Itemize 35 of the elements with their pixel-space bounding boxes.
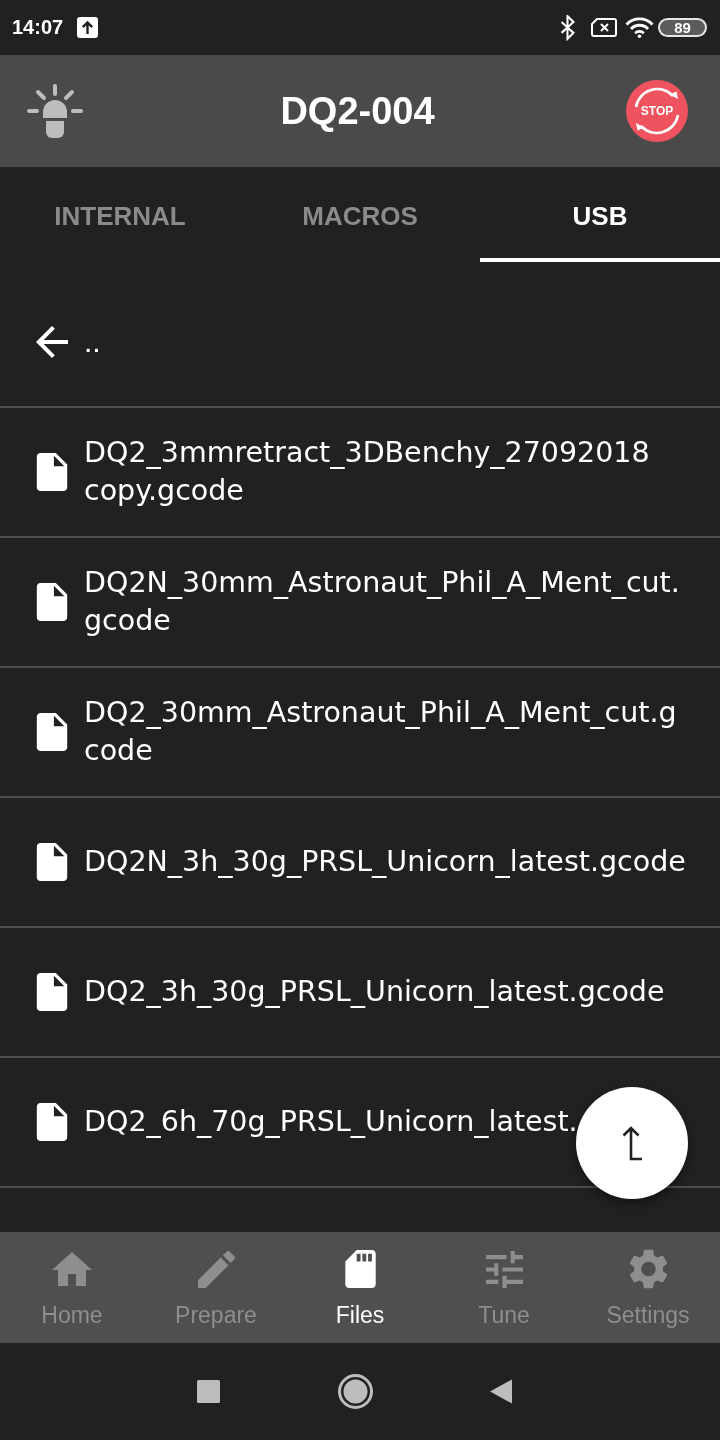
file-item[interactable]: DQ2_3mmretract_3DBenchy_27092018 copy.gcode — [0, 408, 720, 538]
device-title: DQ2-004 — [280, 89, 435, 133]
pencil-icon — [197, 1250, 235, 1288]
home-circle-icon[interactable] — [337, 1374, 373, 1409]
circular-arrows-icon — [632, 86, 682, 136]
storage-tab[interactable]: INTERNAL — [0, 167, 240, 262]
sliders-icon — [485, 1250, 523, 1288]
parent-folder-item[interactable]: .. — [0, 262, 720, 408]
recent-apps-icon[interactable] — [196, 1380, 220, 1403]
back-arrow-icon — [36, 326, 68, 358]
file-item[interactable]: DQ2N_30mm_Astronaut_Phil_A_Ment_cut.gcode — [0, 538, 720, 668]
file-icon — [36, 453, 68, 491]
file-item[interactable]: DQ2_3h_30g_PRSL_Unicorn_latest.gcode — [0, 928, 720, 1058]
light-bulb-icon[interactable] — [27, 84, 83, 138]
storage-tab[interactable]: MACROS — [240, 167, 480, 262]
back-triangle-icon[interactable] — [488, 1379, 512, 1404]
file-item[interactable]: DQ2N_3h_30g_PRSL_Unicorn_latest.gcode — [0, 798, 720, 928]
gear-icon — [628, 1249, 668, 1289]
up-arrow-icon — [621, 1125, 643, 1161]
file-icon — [36, 1103, 68, 1141]
home-icon — [52, 1252, 92, 1286]
status-time: 14:07 — [12, 16, 64, 39]
wifi-icon — [625, 17, 654, 38]
file-icon — [36, 713, 68, 751]
sim-card-icon — [591, 18, 617, 37]
storage-tab[interactable]: USB — [480, 167, 720, 262]
file-icon — [36, 583, 68, 621]
file-icon — [36, 973, 68, 1011]
file-item[interactable]: DQ2_30mm_Astronaut_Phil_A_Ment_cut.gcode — [0, 668, 720, 798]
sd-card-icon — [344, 1250, 376, 1288]
battery-indicator: 89 — [658, 18, 707, 37]
nav-tab[interactable]: Files — [288, 1232, 432, 1343]
upload-icon — [77, 17, 99, 38]
file-icon — [36, 843, 68, 881]
bluetooth-icon — [559, 14, 576, 41]
